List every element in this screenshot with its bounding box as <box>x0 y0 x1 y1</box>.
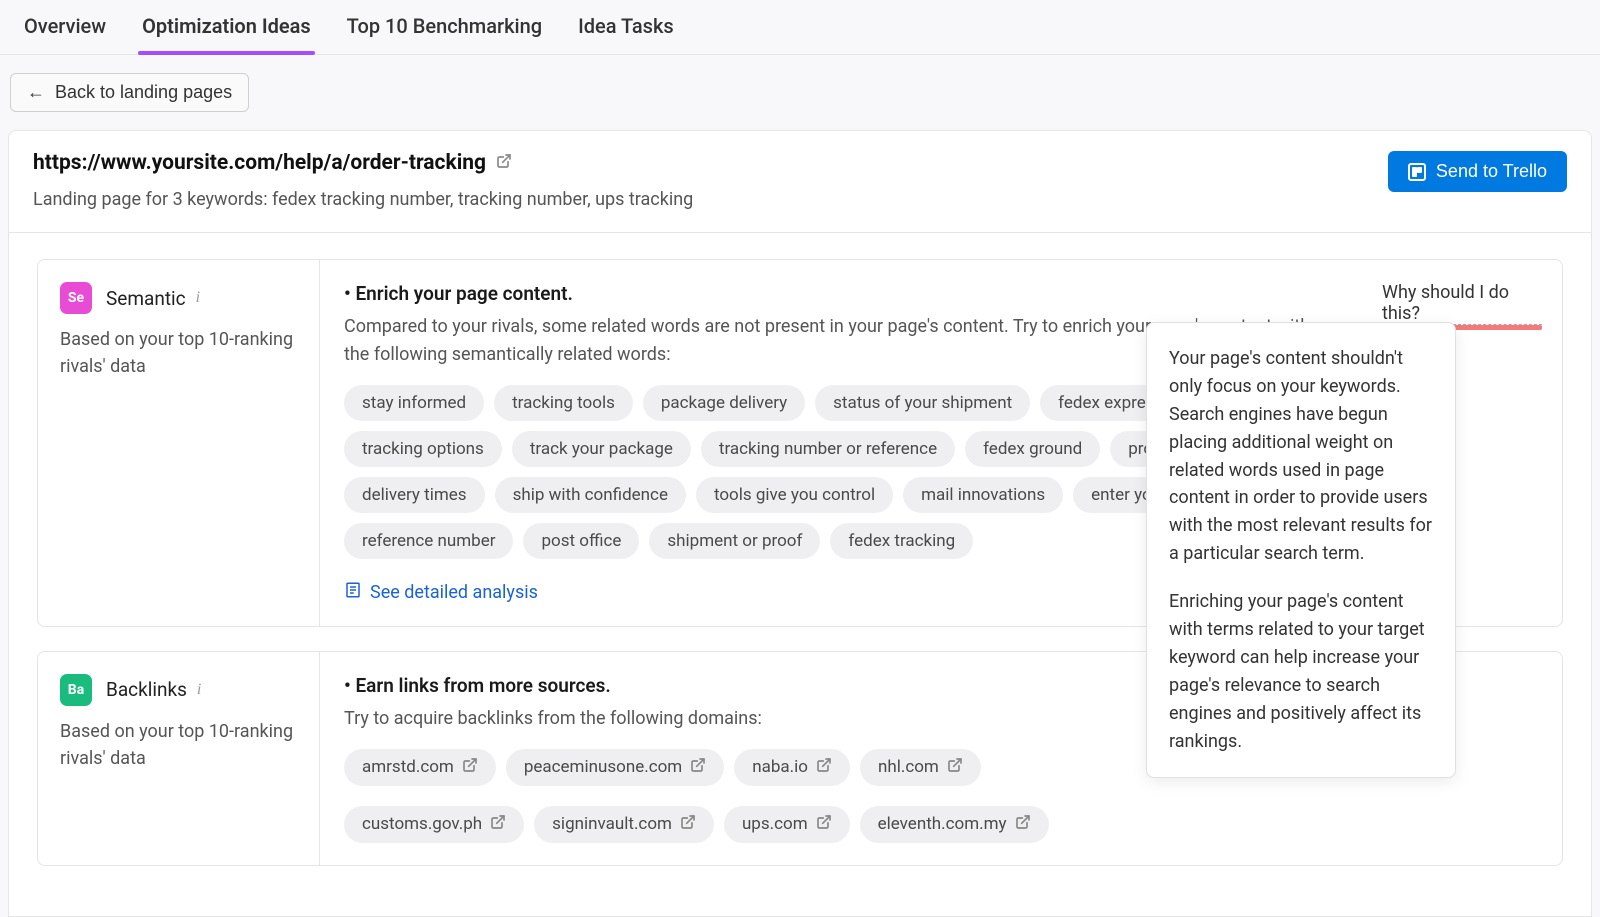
semantic-card: Se Semantic i Based on your top 10-ranki… <box>37 259 1563 627</box>
external-link-icon <box>680 814 696 835</box>
external-link-icon <box>816 814 832 835</box>
keyword-pill[interactable]: ship with confidence <box>495 477 686 513</box>
domain-pill[interactable]: amrstd.com <box>344 749 496 786</box>
keyword-pill[interactable]: tracking number or reference <box>701 431 955 467</box>
tooltip-paragraph-1: Your page's content shouldn't only focus… <box>1169 345 1433 568</box>
external-link-icon <box>690 757 706 778</box>
keyword-pill[interactable]: mail innovations <box>903 477 1063 513</box>
arrow-left-icon: ← <box>27 82 45 103</box>
page-url-row: https://www.yoursite.com/help/a/order-tr… <box>33 151 693 175</box>
domain-pill-label: signinvault.com <box>552 814 672 834</box>
keyword-pill[interactable]: fedex ground <box>965 431 1100 467</box>
backlinks-card-title: Backlinks <box>106 678 187 701</box>
keyword-pill[interactable]: delivery times <box>344 477 485 513</box>
keyword-pill[interactable]: post office <box>523 523 639 559</box>
backlinks-badge-icon: Ba <box>60 674 92 706</box>
page-url: https://www.yoursite.com/help/a/order-tr… <box>33 151 486 175</box>
external-link-icon[interactable] <box>496 151 512 175</box>
keyword-pill[interactable]: tools give you control <box>696 477 893 513</box>
tab-benchmarking[interactable]: Top 10 Benchmarking <box>343 0 546 54</box>
domain-pill-label: peaceminusone.com <box>524 757 682 777</box>
domain-pill-label: naba.io <box>752 757 808 777</box>
tab-idea-tasks[interactable]: Idea Tasks <box>574 0 678 54</box>
keyword-pill[interactable]: package delivery <box>643 385 805 421</box>
trello-icon <box>1408 163 1426 181</box>
domain-pill[interactable]: nhl.com <box>860 749 981 786</box>
page-subtitle: Landing page for 3 keywords: fedex track… <box>33 189 693 210</box>
domain-pill[interactable]: ups.com <box>724 806 850 843</box>
tab-overview[interactable]: Overview <box>20 0 110 54</box>
keyword-pill[interactable]: status of your shipment <box>815 385 1030 421</box>
domain-pill[interactable]: signinvault.com <box>534 806 714 843</box>
tooltip-paragraph-2: Enriching your page's content with terms… <box>1169 588 1433 755</box>
tab-bar: Overview Optimization Ideas Top 10 Bench… <box>0 0 1600 55</box>
trello-button-label: Send to Trello <box>1436 161 1547 182</box>
semantic-card-left: Se Semantic i Based on your top 10-ranki… <box>38 260 320 626</box>
panel-header: https://www.yoursite.com/help/a/order-tr… <box>9 131 1591 233</box>
main-panel: https://www.yoursite.com/help/a/order-tr… <box>8 130 1592 917</box>
domain-pill[interactable]: eleventh.com.my <box>860 806 1049 843</box>
keyword-pill[interactable]: tracking tools <box>494 385 633 421</box>
backlinks-card-subtitle: Based on your top 10-ranking rivals' dat… <box>60 718 297 772</box>
cards-container: Se Semantic i Based on your top 10-ranki… <box>9 233 1591 916</box>
domain-pill[interactable]: peaceminusone.com <box>506 749 724 786</box>
keyword-pill[interactable]: stay informed <box>344 385 484 421</box>
keyword-pill[interactable]: reference number <box>344 523 513 559</box>
info-icon[interactable]: i <box>197 681 201 699</box>
domain-pill-label: amrstd.com <box>362 757 454 777</box>
domain-pill[interactable]: naba.io <box>734 749 850 786</box>
semantic-headline: • Enrich your page content. <box>344 282 1338 305</box>
see-detailed-analysis-link[interactable]: See detailed analysis <box>344 581 538 604</box>
domain-pill-label: eleventh.com.my <box>878 814 1007 834</box>
semantic-card-title: Semantic <box>106 287 186 310</box>
keyword-pill[interactable]: track your package <box>512 431 691 467</box>
external-link-icon <box>490 814 506 835</box>
why-tooltip: Your page's content shouldn't only focus… <box>1146 322 1456 778</box>
why-should-i-do-this-link[interactable]: Why should I do this? <box>1382 282 1542 325</box>
keyword-pill[interactable]: fedex tracking <box>830 523 973 559</box>
external-link-icon <box>462 757 478 778</box>
info-icon[interactable]: i <box>196 289 200 307</box>
keyword-pill[interactable]: tracking options <box>344 431 502 467</box>
external-link-icon <box>816 757 832 778</box>
domain-pill[interactable]: customs.gov.ph <box>344 806 524 843</box>
back-to-landing-pages-button[interactable]: ← Back to landing pages <box>10 73 249 112</box>
send-to-trello-button[interactable]: Send to Trello <box>1388 151 1567 192</box>
external-link-icon <box>1015 814 1031 835</box>
domain-pill-label: nhl.com <box>878 757 939 777</box>
why-label: Why should I do this? <box>1382 282 1509 324</box>
tab-optimization-ideas[interactable]: Optimization Ideas <box>138 0 315 54</box>
semantic-badge-icon: Se <box>60 282 92 314</box>
external-link-icon <box>947 757 963 778</box>
back-button-label: Back to landing pages <box>55 82 232 103</box>
document-icon <box>344 581 362 604</box>
semantic-card-subtitle: Based on your top 10-ranking rivals' dat… <box>60 326 297 380</box>
keyword-pill[interactable]: shipment or proof <box>649 523 820 559</box>
domain-pill-label: customs.gov.ph <box>362 814 482 834</box>
domain-pill-label: ups.com <box>742 814 808 834</box>
detail-link-label: See detailed analysis <box>370 582 538 603</box>
